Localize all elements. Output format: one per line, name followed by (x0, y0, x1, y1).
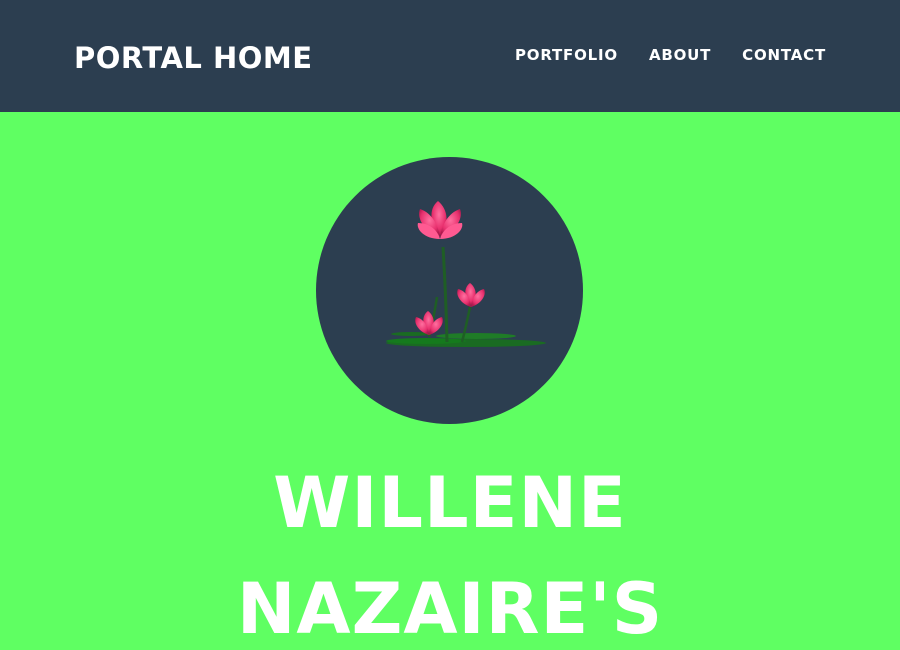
nav-link-about[interactable]: ABOUT (649, 46, 711, 64)
avatar (316, 157, 583, 424)
nav-item-about: ABOUT (649, 44, 711, 66)
hero-title: WILLENE NAZAIRE'S (0, 450, 900, 650)
nav-item-portfolio: PORTFOLIO (515, 44, 618, 66)
navbar: PORTAL HOME PORTFOLIO ABOUT CONTACT (0, 0, 900, 112)
lotus-flower-icon (386, 201, 546, 347)
nav-links: PORTFOLIO ABOUT CONTACT (515, 44, 826, 66)
nav-link-portfolio[interactable]: PORTFOLIO (515, 46, 618, 64)
hero-title-line-2: NAZAIRE'S (236, 568, 664, 650)
hero-section: WILLENE NAZAIRE'S (0, 112, 900, 650)
nav-link-contact[interactable]: CONTACT (742, 46, 826, 64)
brand-link[interactable]: PORTAL HOME (74, 40, 313, 76)
nav-item-contact: CONTACT (742, 44, 826, 66)
hero-title-line-1: WILLENE (273, 462, 627, 544)
